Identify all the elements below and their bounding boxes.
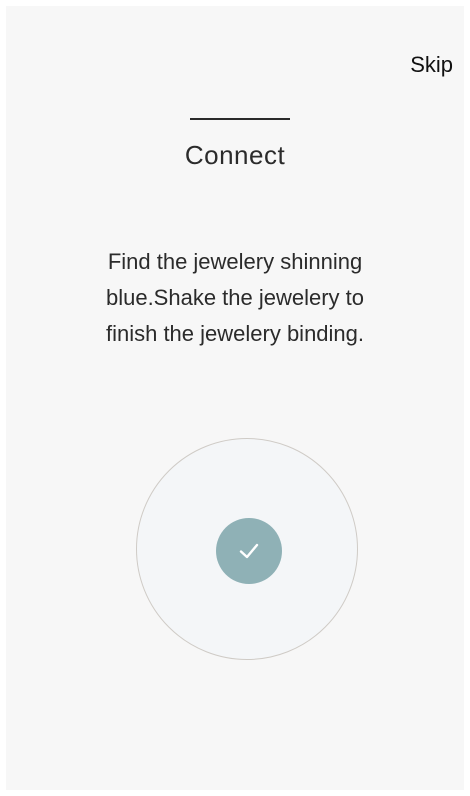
connect-screen: Skip Connect Find the jewelery shinning … (6, 6, 464, 790)
instruction-line: Find the jewelery shinning (107, 249, 363, 274)
skip-button[interactable]: Skip (410, 52, 453, 78)
page-title: Connect (184, 140, 286, 170)
instruction-line: finish the jewelery binding. (105, 321, 365, 346)
connected-status-badge (216, 518, 282, 584)
instructions-text: Find the jewelery shinning blue.Shake th… (6, 244, 464, 352)
title-divider (190, 118, 290, 120)
check-icon (239, 543, 259, 559)
instruction-line: blue.Shake the jewelery to (105, 285, 365, 310)
